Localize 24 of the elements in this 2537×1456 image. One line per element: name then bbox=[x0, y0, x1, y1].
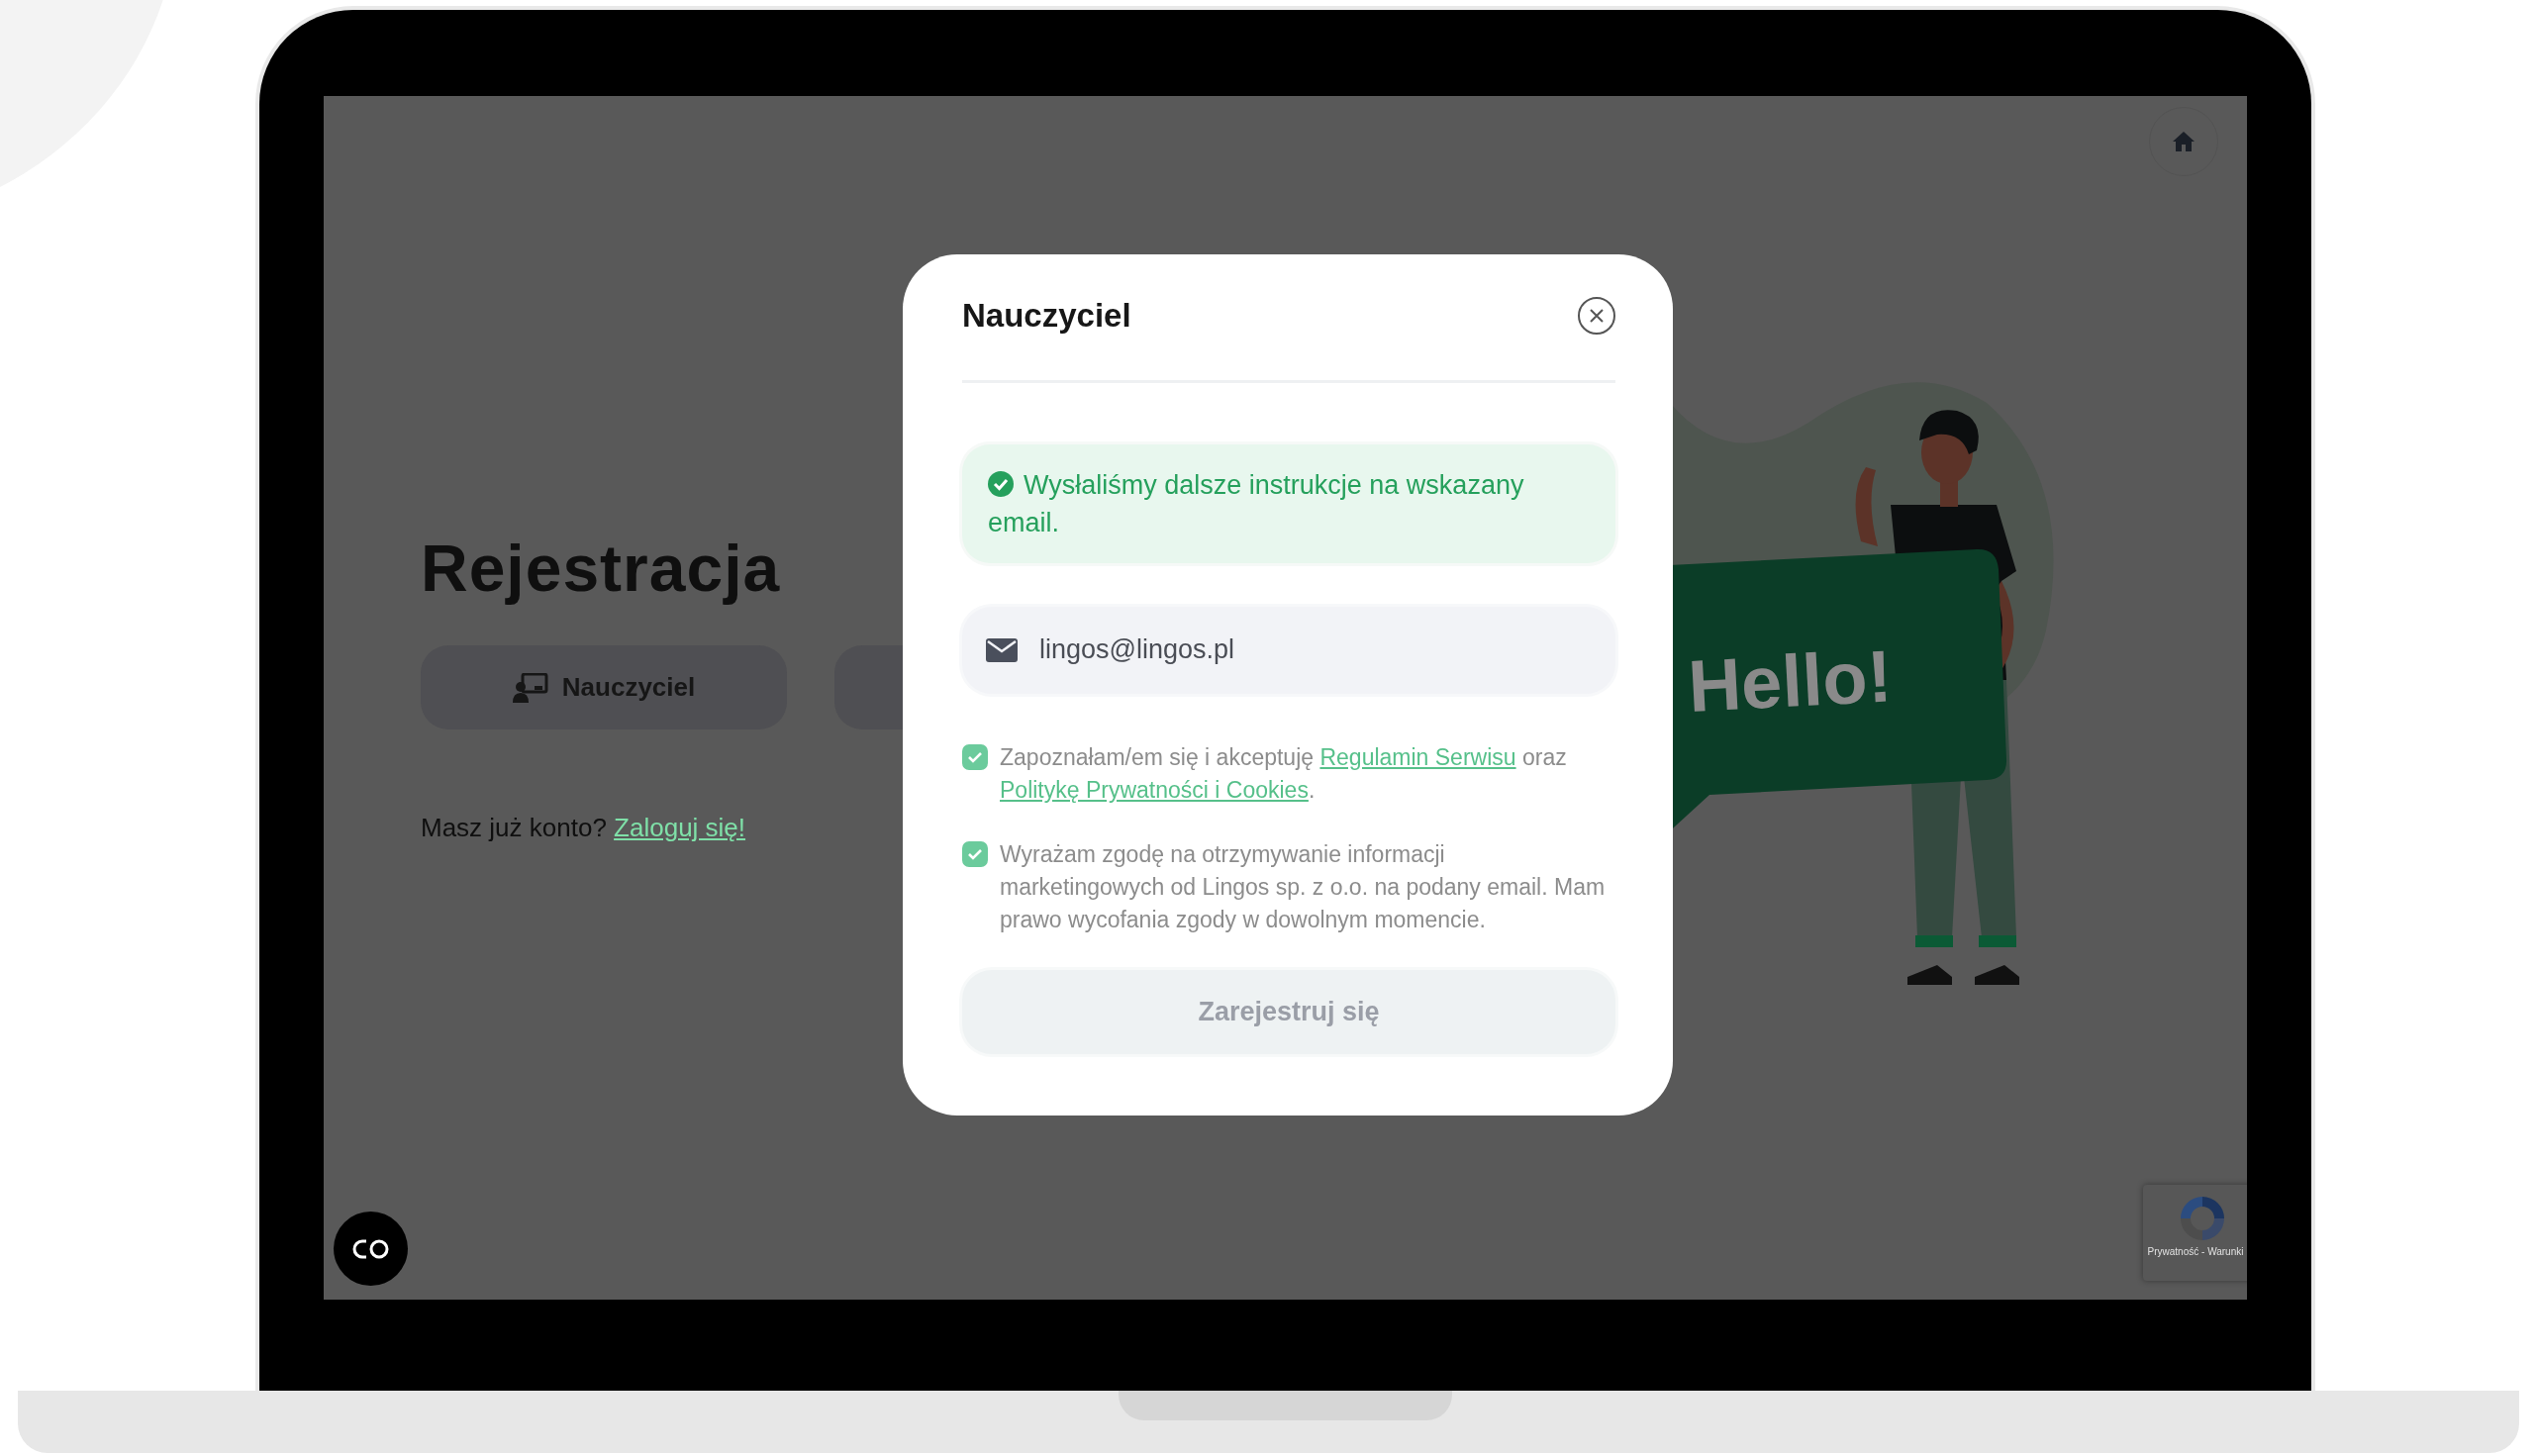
success-alert: Wysłaliśmy dalsze instrukcje na wskazany email. bbox=[962, 443, 1615, 563]
teacher-board-icon bbox=[512, 672, 548, 703]
email-field[interactable]: lingos@lingos.pl bbox=[962, 606, 1615, 694]
role-button[interactable]: Nauczyciel bbox=[421, 645, 787, 730]
page-heading: Rejestracja bbox=[421, 531, 782, 607]
home-icon bbox=[2172, 131, 2195, 152]
bubble-text: Hello! bbox=[1686, 634, 1895, 728]
check-icon bbox=[967, 846, 983, 861]
toggle-icon bbox=[350, 1237, 391, 1260]
checkbox[interactable] bbox=[962, 743, 988, 770]
email-input[interactable]: lingos@lingos.pl bbox=[1037, 629, 1592, 671]
checkbox[interactable] bbox=[962, 840, 988, 867]
check-icon bbox=[967, 749, 983, 764]
login-link[interactable]: Zaloguj się! bbox=[614, 813, 746, 843]
terms-link[interactable]: Regulamin Serwisu bbox=[1319, 743, 1516, 770]
modal-title: Nauczyciel bbox=[962, 296, 1131, 336]
close-button[interactable] bbox=[1578, 296, 1615, 335]
consent-text: Wyrażam zgodę na otrzymywanie informacji marketingowych od Lingos sp. z o.o. na podany email. Mam prawo wycofania zgody w dowolnym momencie. bbox=[1000, 839, 1607, 934]
close-icon bbox=[1589, 307, 1605, 324]
recaptcha-links[interactable]: Prywatność - Warunki bbox=[2147, 1244, 2244, 1259]
terms-link[interactable]: Politykę Prywatności i Cookies bbox=[1000, 776, 1309, 803]
check-circle-icon bbox=[988, 470, 1014, 497]
envelope-icon bbox=[986, 637, 1018, 662]
consent-text: Zapoznałam/em się i akceptuję Regulamin Serwisu oraz Politykę Prywatności i Cookies. bbox=[1000, 742, 1568, 805]
